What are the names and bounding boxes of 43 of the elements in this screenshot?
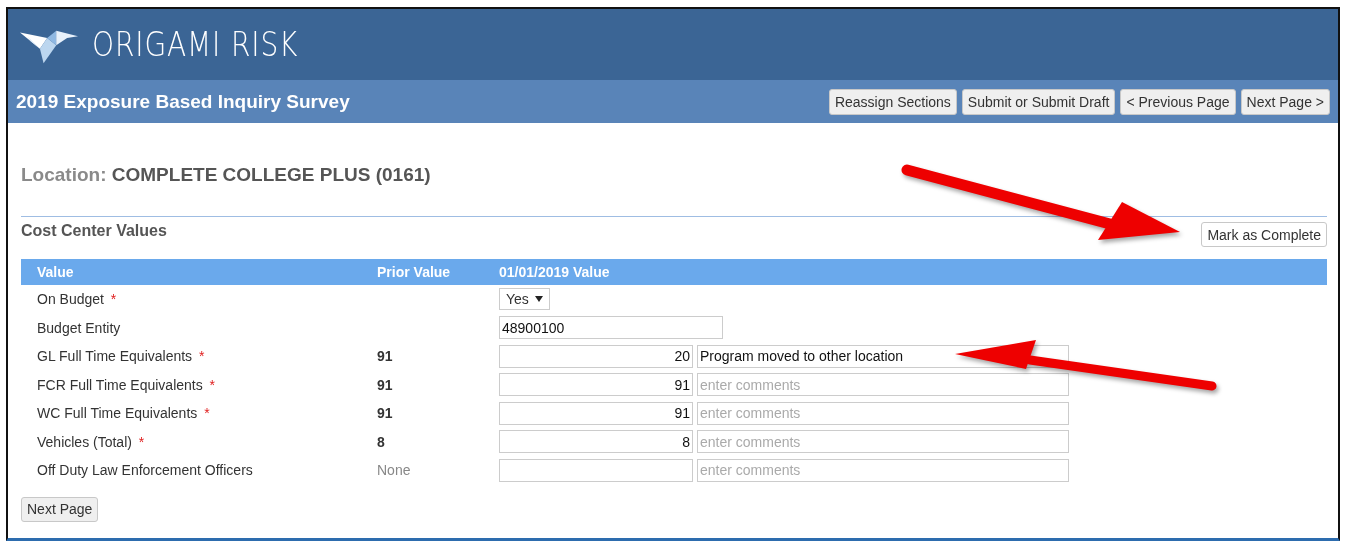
number-field[interactable]: 91: [499, 373, 693, 397]
field-label: Budget Entity: [37, 319, 121, 336]
field-label: FCR Full Time Equivalents: [37, 376, 203, 393]
prior-value: None: [377, 462, 411, 479]
number-field[interactable]: 91: [499, 401, 693, 425]
location-name: COMPLETE COLLEGE PLUS (0161): [111, 164, 431, 185]
field-label: Off Duty Law Enforcement Officers: [37, 462, 253, 479]
comment-field[interactable]: enter comments: [697, 458, 1069, 482]
section-title: Cost Center Values: [21, 222, 167, 240]
field-label: On Budget: [37, 291, 104, 308]
number-field[interactable]: 20: [499, 344, 693, 368]
survey-title: 2019 Exposure Based Inquiry Survey: [16, 90, 350, 113]
column-header: Prior Value: [377, 264, 452, 280]
brand-name: ORIGAMI RISK: [92, 25, 299, 64]
column-header: Value: [36, 264, 75, 280]
prior-value: 91: [377, 348, 393, 365]
column-header: 01/01/2019 Value: [499, 264, 610, 280]
toolbar-button[interactable]: Reassign Sections: [828, 88, 957, 115]
toolbar-button[interactable]: < Previous Page: [1120, 88, 1236, 115]
required-marker: *: [199, 348, 205, 365]
prior-value: 8: [377, 433, 385, 450]
comment-field[interactable]: enter comments: [697, 401, 1069, 425]
required-marker: *: [138, 433, 145, 450]
field-label: Vehicles (Total): [37, 433, 132, 450]
dropdown[interactable]: Yes: [499, 288, 550, 311]
prior-value: 91: [377, 405, 393, 422]
required-marker: *: [110, 291, 117, 308]
toolbar-button[interactable]: Next Page >: [1240, 88, 1330, 115]
comment-field[interactable]: enter comments: [697, 430, 1069, 454]
input-field[interactable]: 48900100: [499, 316, 723, 340]
required-marker: *: [209, 376, 216, 393]
field-label: WC Full Time Equivalents: [37, 405, 198, 422]
required-marker: *: [204, 405, 210, 422]
location-label: Location:: [21, 164, 107, 185]
next-page-button[interactable]: Next Page: [21, 496, 99, 522]
number-field[interactable]: [499, 458, 693, 482]
toolbar-button[interactable]: Submit or Submit Draft: [961, 88, 1116, 115]
field-label: GL Full Time Equivalents: [37, 348, 193, 365]
mark-complete-button[interactable]: Mark as Complete: [1201, 222, 1327, 247]
number-field[interactable]: 8: [499, 430, 693, 454]
caret-icon: [534, 296, 543, 303]
prior-value: 91: [377, 376, 393, 393]
comment-field[interactable]: enter comments: [697, 373, 1069, 397]
